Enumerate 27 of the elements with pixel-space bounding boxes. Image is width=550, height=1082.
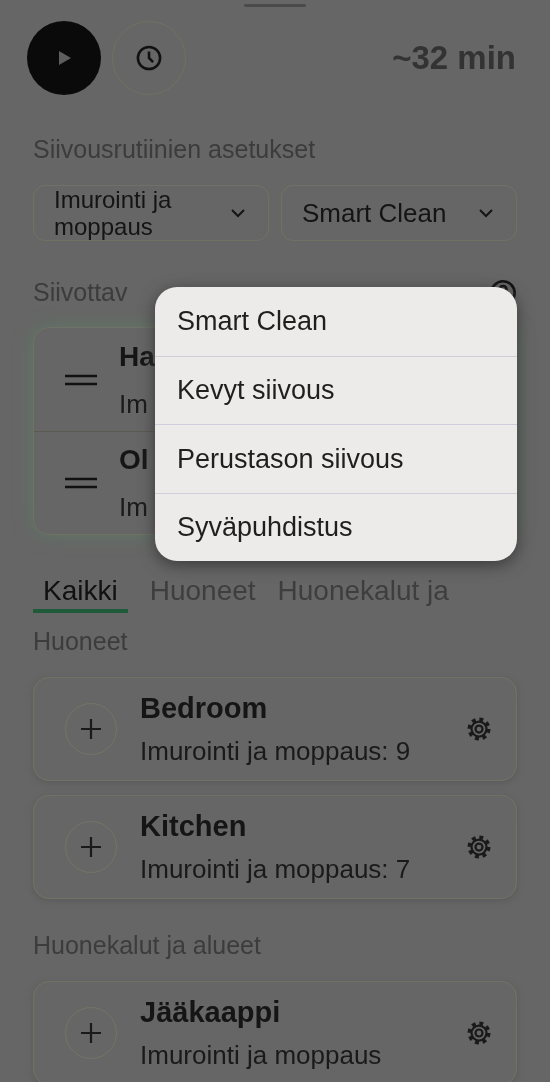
dropdown[interactable]: Imurointi ja moppaus — [33, 185, 269, 241]
menu-item[interactable]: Smart Clean — [155, 287, 517, 356]
room-card[interactable]: Kitchen Imurointi ja moppaus: 7 — [33, 795, 517, 899]
room-title: Kitchen — [140, 811, 248, 841]
tab[interactable]: Kaikki — [33, 575, 128, 613]
area-subtitle: Im — [119, 389, 149, 418]
menu-item[interactable]: Perustason siivous — [155, 424, 517, 493]
plus-icon — [79, 835, 103, 859]
room-subtitle: Imurointi ja moppaus — [140, 1041, 383, 1069]
menu-item[interactable]: Syväpuhdistus — [155, 492, 517, 561]
area-title: Ol — [119, 445, 149, 475]
dropdown[interactable]: Smart Clean — [281, 185, 517, 241]
room-subtitle: Imurointi ja moppaus: 7 — [140, 855, 412, 883]
plus-icon — [79, 717, 103, 741]
room-title: Jääkaappi — [140, 997, 282, 1027]
area-title: Ha — [119, 341, 155, 372]
area-subtitle: Im — [119, 493, 149, 521]
plus-icon — [79, 1021, 103, 1045]
chevron-down-icon — [478, 208, 494, 218]
drag-icon — [65, 373, 97, 386]
room-card[interactable]: Bedroom Imurointi ja moppaus: 9 — [33, 677, 517, 781]
menu-item[interactable]: Kevyt siivous — [155, 355, 517, 424]
chevron-down-icon — [230, 208, 246, 218]
drag-icon — [65, 477, 97, 489]
room-subtitle: Imurointi ja moppaus: 9 — [140, 737, 412, 765]
clock-icon — [135, 44, 163, 72]
room-title: Bedroom — [140, 693, 269, 723]
